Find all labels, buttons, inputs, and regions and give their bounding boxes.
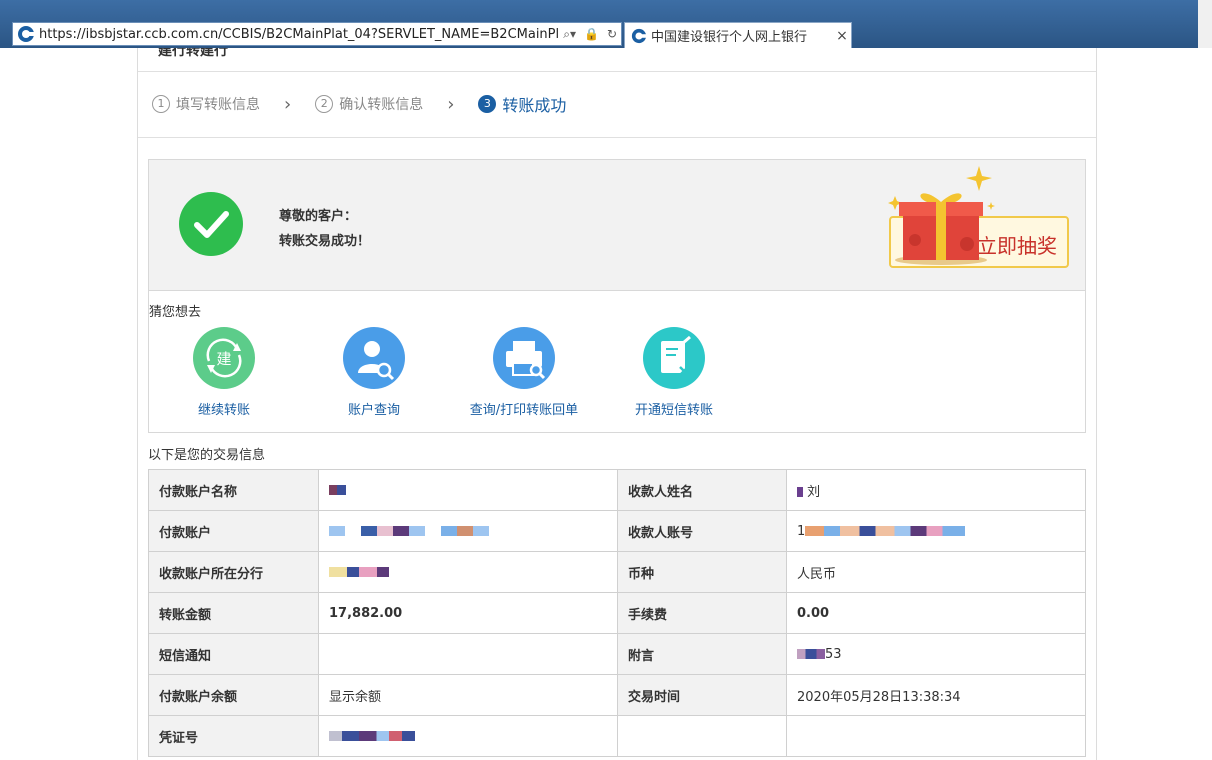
label-balance: 付款账户余额 [148, 674, 319, 716]
lock-icon: 🔒 [583, 27, 599, 41]
value-voucher-number [318, 715, 618, 757]
value-payee-name: 刘 [786, 469, 1086, 511]
address-bar[interactable]: https://ibsbjstar.ccb.com.cn/CCBIS/B2CMa… [12, 22, 622, 46]
account-query-link[interactable]: 账户查询 [299, 327, 449, 418]
table-row: 收款账户所在分行 币种 人民币 [148, 551, 1086, 593]
sms-transfer-link[interactable]: 开通短信转账 [599, 327, 749, 418]
browser-tab[interactable]: 中国建设银行个人网上银行 × [624, 22, 852, 48]
label-currency: 币种 [617, 551, 787, 593]
redacted-mask [329, 567, 389, 577]
value-amount: 17,882.00 [318, 592, 618, 634]
value-payer-name [318, 469, 618, 511]
window-edge [1198, 0, 1212, 48]
step-3-label: 转账成功 [502, 96, 567, 115]
table-row: 凭证号 [148, 715, 1086, 757]
value-fee: 0.00 [786, 592, 1086, 634]
ccb-tab-icon [631, 28, 647, 43]
step-1-label: 填写转账信息 [176, 97, 260, 113]
redacted-mask [797, 649, 825, 659]
empty-label-cell [617, 715, 787, 757]
panel-title: 建行转建行 [138, 48, 1096, 72]
label-payer-account: 付款账户 [148, 510, 319, 552]
url-text[interactable]: https://ibsbjstar.ccb.com.cn/CCBIS/B2CMa… [39, 27, 559, 42]
transaction-info-title: 以下是您的交易信息 [148, 448, 266, 463]
account-query-icon [343, 327, 405, 389]
step-1-number: 1 [152, 95, 170, 113]
value-remark: 53 [786, 633, 1086, 675]
step-2-number: 2 [315, 95, 334, 113]
success-text: 转账交易成功！ [279, 234, 371, 249]
table-row: 转账金额 17,882.00 手续费 0.00 [148, 592, 1086, 634]
label-remark: 附言 [617, 633, 787, 675]
value-payee-account-text: 1 [797, 523, 806, 539]
table-row: 付款账户名称 收款人姓名 刘 [148, 469, 1086, 511]
success-check-icon [179, 192, 243, 256]
step-1: 1 填写转账信息 [152, 94, 260, 114]
continue-transfer-label: 继续转账 [197, 403, 250, 418]
chevron-right-icon: › [447, 93, 455, 115]
print-receipt-label: 查询/打印转账回单 [469, 403, 579, 418]
browser-chrome: https://ibsbjstar.ccb.com.cn/CCBIS/B2CMa… [0, 0, 1212, 48]
label-voucher-number: 凭证号 [148, 715, 319, 757]
label-payee-branch: 收款账户所在分行 [148, 551, 319, 593]
redacted-mask [329, 526, 489, 536]
step-2-label: 确认转账信息 [339, 97, 424, 113]
transaction-table: 付款账户名称 收款人姓名 刘 付款账户 收款人账号 1 收款账户所在分行 币种 … [148, 469, 1086, 757]
print-receipt-icon [493, 327, 555, 389]
chevron-right-icon: › [284, 93, 292, 115]
label-payer-name: 付款账户名称 [148, 469, 319, 511]
redacted-mask [805, 526, 966, 536]
divider [138, 137, 1096, 138]
label-sms-notice: 短信通知 [148, 633, 319, 675]
ccb-logo-icon [18, 26, 35, 42]
sms-transfer-label: 开通短信转账 [634, 403, 713, 418]
tab-close-icon[interactable]: × [833, 28, 851, 44]
table-row: 短信通知 附言 53 [148, 633, 1086, 675]
svg-text:建: 建 [216, 350, 231, 368]
continue-transfer-link[interactable]: 建 继续转账 [149, 327, 299, 418]
tab-title: 中国建设银行个人网上银行 [651, 30, 808, 45]
label-fee: 手续费 [617, 592, 787, 634]
value-payee-branch [318, 551, 618, 593]
quick-links-box: 猜您想去 建 继续转账 账户查询 查询/打印转账回单 开通短信转账 [148, 291, 1086, 433]
value-currency: 人民币 [786, 551, 1086, 593]
table-row: 付款账户 收款人账号 1 [148, 510, 1086, 552]
gift-box-icon [888, 166, 995, 265]
sms-transfer-icon [643, 327, 705, 389]
value-sms-notice [318, 633, 618, 675]
redacted-mask [797, 487, 803, 497]
redacted-mask [329, 731, 415, 741]
step-3: 3 转账成功 [478, 92, 566, 116]
redacted-mask [329, 485, 337, 495]
continue-transfer-icon: 建 [193, 327, 255, 389]
refresh-icon[interactable]: ↻ [607, 27, 617, 41]
value-remark-text: 53 [825, 646, 842, 662]
step-2: 2 确认转账信息 [315, 94, 423, 114]
print-receipt-link[interactable]: 查询/打印转账回单 [449, 327, 599, 418]
label-amount: 转账金额 [148, 592, 319, 634]
search-icon[interactable]: ⌕▾ [563, 27, 576, 42]
empty-value-cell [786, 715, 1086, 757]
show-balance-link[interactable]: 显示余额 [318, 674, 618, 716]
step-3-number: 3 [478, 95, 497, 113]
label-trade-time: 交易时间 [617, 674, 787, 716]
value-trade-time: 2020年05月28日13:38:34 [786, 674, 1086, 716]
greeting-text: 尊敬的客户： [279, 209, 358, 224]
value-payee-account: 1 [786, 510, 1086, 552]
step-indicator: 1 填写转账信息 › 2 确认转账信息 › 3 转账成功 [152, 92, 566, 116]
table-row: 付款账户余额 显示余额 交易时间 2020年05月28日13:38:34 [148, 674, 1086, 716]
account-query-label: 账户查询 [347, 403, 400, 418]
value-payee-name-text: 刘 [807, 484, 821, 500]
quick-links-title: 猜您想去 [149, 305, 202, 320]
label-payee-account: 收款人账号 [617, 510, 787, 552]
success-message: 尊敬的客户： 转账交易成功！ [279, 204, 370, 254]
value-payer-account [318, 510, 618, 552]
redacted-mask [337, 485, 346, 495]
success-box: 尊敬的客户： 转账交易成功！ 立即抽奖 [148, 159, 1086, 291]
label-payee-name: 收款人姓名 [617, 469, 787, 511]
